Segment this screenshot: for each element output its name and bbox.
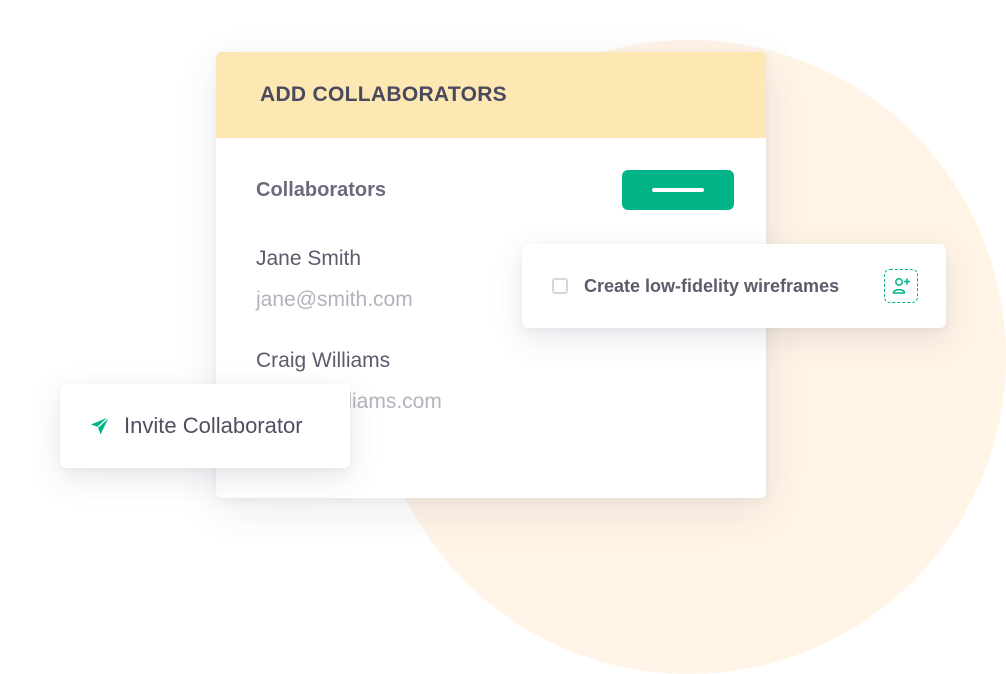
invite-label: Invite Collaborator — [124, 413, 303, 438]
invite-collaborator-button[interactable]: Invite Collaborator — [60, 384, 350, 468]
task-card: Create low-fidelity wireframes — [522, 244, 946, 328]
card-header: ADD COLLABORATORS — [216, 52, 766, 138]
collaborator-name: Craig Williams — [256, 349, 391, 372]
add-user-icon — [892, 278, 911, 294]
collaborators-label: Collaborators — [256, 178, 387, 201]
stage: ADD COLLABORATORS Collaborators Jane Smi… — [0, 0, 1006, 674]
collaborator-name: Jane Smith — [256, 247, 362, 270]
assign-user-button[interactable] — [884, 269, 918, 303]
remove-button[interactable] — [622, 170, 734, 210]
minus-icon — [652, 188, 704, 192]
collaborators-section-row: Collaborators — [256, 170, 734, 210]
card-title: ADD COLLABORATORS — [260, 83, 507, 106]
task-checkbox[interactable] — [552, 278, 568, 294]
send-icon — [91, 416, 110, 435]
task-label: Create low-fidelity wireframes — [584, 275, 840, 296]
collaborator-email: jane@smith.com — [256, 288, 413, 311]
collaborator-item[interactable]: Jane Smith jane@smith.com — [256, 248, 413, 310]
